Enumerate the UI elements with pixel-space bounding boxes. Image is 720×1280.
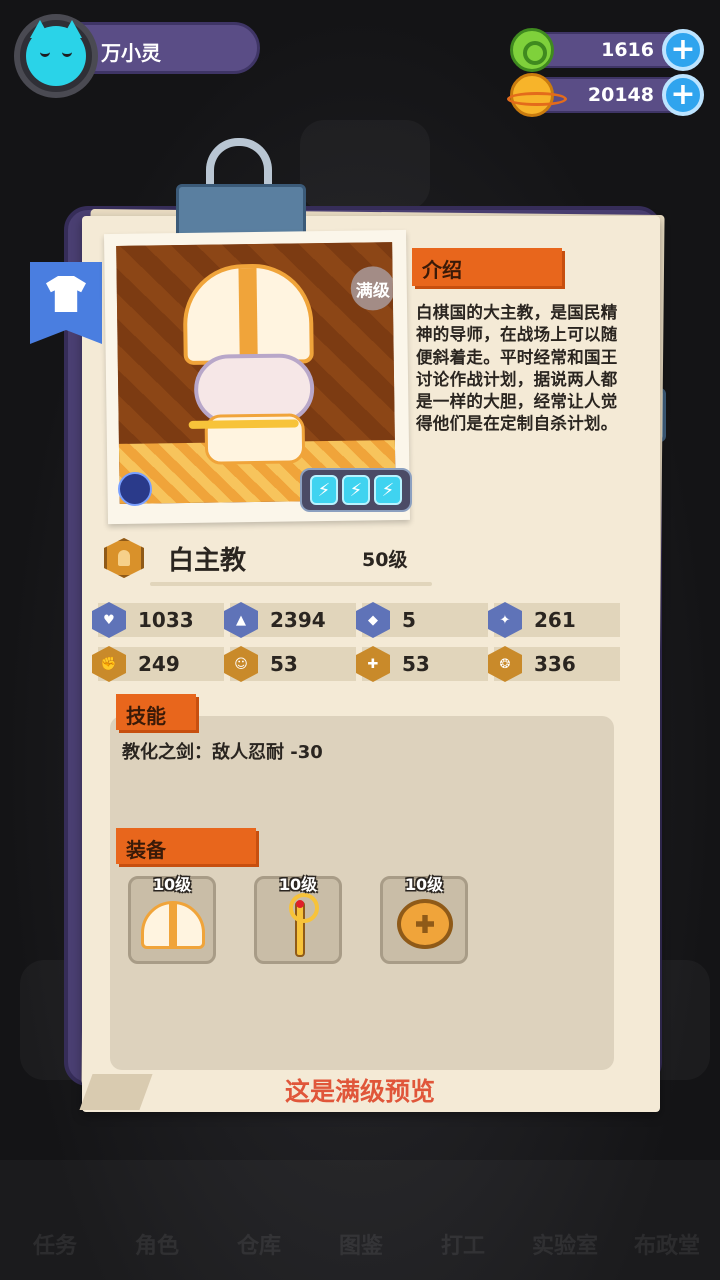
ring-icon — [397, 899, 453, 949]
strength-icon: ✊ — [92, 646, 126, 682]
staff-icon — [289, 893, 319, 957]
stat-value: 2394 — [270, 608, 326, 632]
stat-intellect: ❂ 336 — [488, 646, 620, 682]
gold-coin-icon — [507, 73, 567, 117]
smile-icon: ☺ — [224, 646, 258, 682]
intro-heading: 介绍 — [412, 248, 562, 286]
add-coin-button[interactable]: + — [662, 74, 704, 116]
lightning-icon: ⚡ — [310, 475, 338, 505]
stat-value: 249 — [138, 652, 180, 676]
energy-indicator: ⚡ ⚡ ⚡ — [300, 468, 412, 512]
stat-crit: ✦ 261 — [488, 602, 620, 638]
stat-value: 53 — [402, 652, 430, 676]
equip-level: 10级 — [404, 875, 444, 894]
heart-shield-icon: ♥ — [92, 602, 126, 638]
equip-slot-ring[interactable]: 10级 — [380, 875, 468, 964]
outfit-tab[interactable] — [30, 262, 102, 344]
background-nav-item: 布政堂 — [633, 1234, 700, 1259]
background-nav-item: 角色 — [134, 1234, 179, 1259]
background-nav-item: 图鉴 — [338, 1234, 383, 1259]
sword-attack-icon: ▲ — [224, 602, 258, 638]
stat-attack: ▲ 2394 — [224, 602, 356, 638]
green-gem-icon — [510, 28, 554, 72]
shirt-icon — [46, 276, 86, 312]
skill-description: 教化之剑：敌人忍耐 -30 — [122, 742, 323, 763]
coin-currency: 20148 + — [507, 73, 704, 117]
background-panel — [300, 120, 430, 210]
stat-value: 336 — [534, 652, 576, 676]
stat-value: 1033 — [138, 608, 194, 632]
max-level-preview-note: 这是满级预览 — [284, 1077, 435, 1106]
stat-hp: ♥ 1033 — [92, 602, 224, 638]
shield-defense-icon: ◆ — [356, 602, 390, 638]
gem-count: 1616 — [601, 39, 654, 61]
cat-avatar-icon — [26, 20, 86, 86]
background-bottom-nav: 任务 角色 仓库 图鉴 打工 实验室 布政堂 — [0, 1160, 720, 1280]
stat-strength: ✊ 249 — [92, 646, 224, 682]
player-avatar[interactable] — [14, 14, 98, 98]
coin-count: 20148 — [587, 84, 654, 106]
background-nav-item: 仓库 — [236, 1234, 281, 1259]
name-divider — [150, 582, 432, 586]
equip-slot-hat[interactable]: 10级 — [128, 875, 216, 964]
background-nav-item: 实验室 — [531, 1234, 598, 1259]
stat-value: 5 — [402, 608, 416, 632]
gem-currency: 1616 + — [510, 28, 704, 72]
lightning-icon: ⚡ — [374, 475, 402, 505]
mitre-hat-icon — [141, 901, 205, 949]
equipment-heading: 装备 — [116, 828, 256, 864]
add-gem-button[interactable]: + — [662, 29, 704, 71]
portrait-scene: 满级 — [116, 242, 396, 504]
stat-value: 53 — [270, 652, 298, 676]
intro-description: 白棋国的大主教，是国民精神的导师，在战场上可以随便斜着走。平时经常和国王讨论作战… — [416, 303, 618, 434]
stat-value: 261 — [534, 608, 576, 632]
skill-heading: 技能 — [116, 694, 196, 730]
stat-endurance: ✚ 53 — [356, 646, 488, 682]
lightning-icon: ⚡ — [342, 475, 370, 505]
player-name: 万小灵 — [101, 41, 161, 65]
stat-charm: ☺ 53 — [224, 646, 356, 682]
stat-defense: ◆ 5 — [356, 602, 488, 638]
crit-burst-icon: ✦ — [488, 602, 522, 638]
equip-level: 10级 — [278, 875, 318, 894]
equip-slot-staff[interactable]: 10级 — [254, 875, 342, 964]
bishop-staff-graphic — [188, 419, 299, 429]
planet-element-icon — [118, 472, 152, 506]
brain-icon: ❂ — [488, 646, 522, 682]
character-level: 50级 — [362, 549, 408, 571]
background-nav-item: 打工 — [440, 1234, 485, 1259]
character-name: 白主教 — [168, 546, 247, 576]
equip-level: 10级 — [152, 875, 192, 894]
background-nav-item: 任务 — [32, 1234, 77, 1259]
muscle-icon: ✚ — [356, 646, 390, 682]
